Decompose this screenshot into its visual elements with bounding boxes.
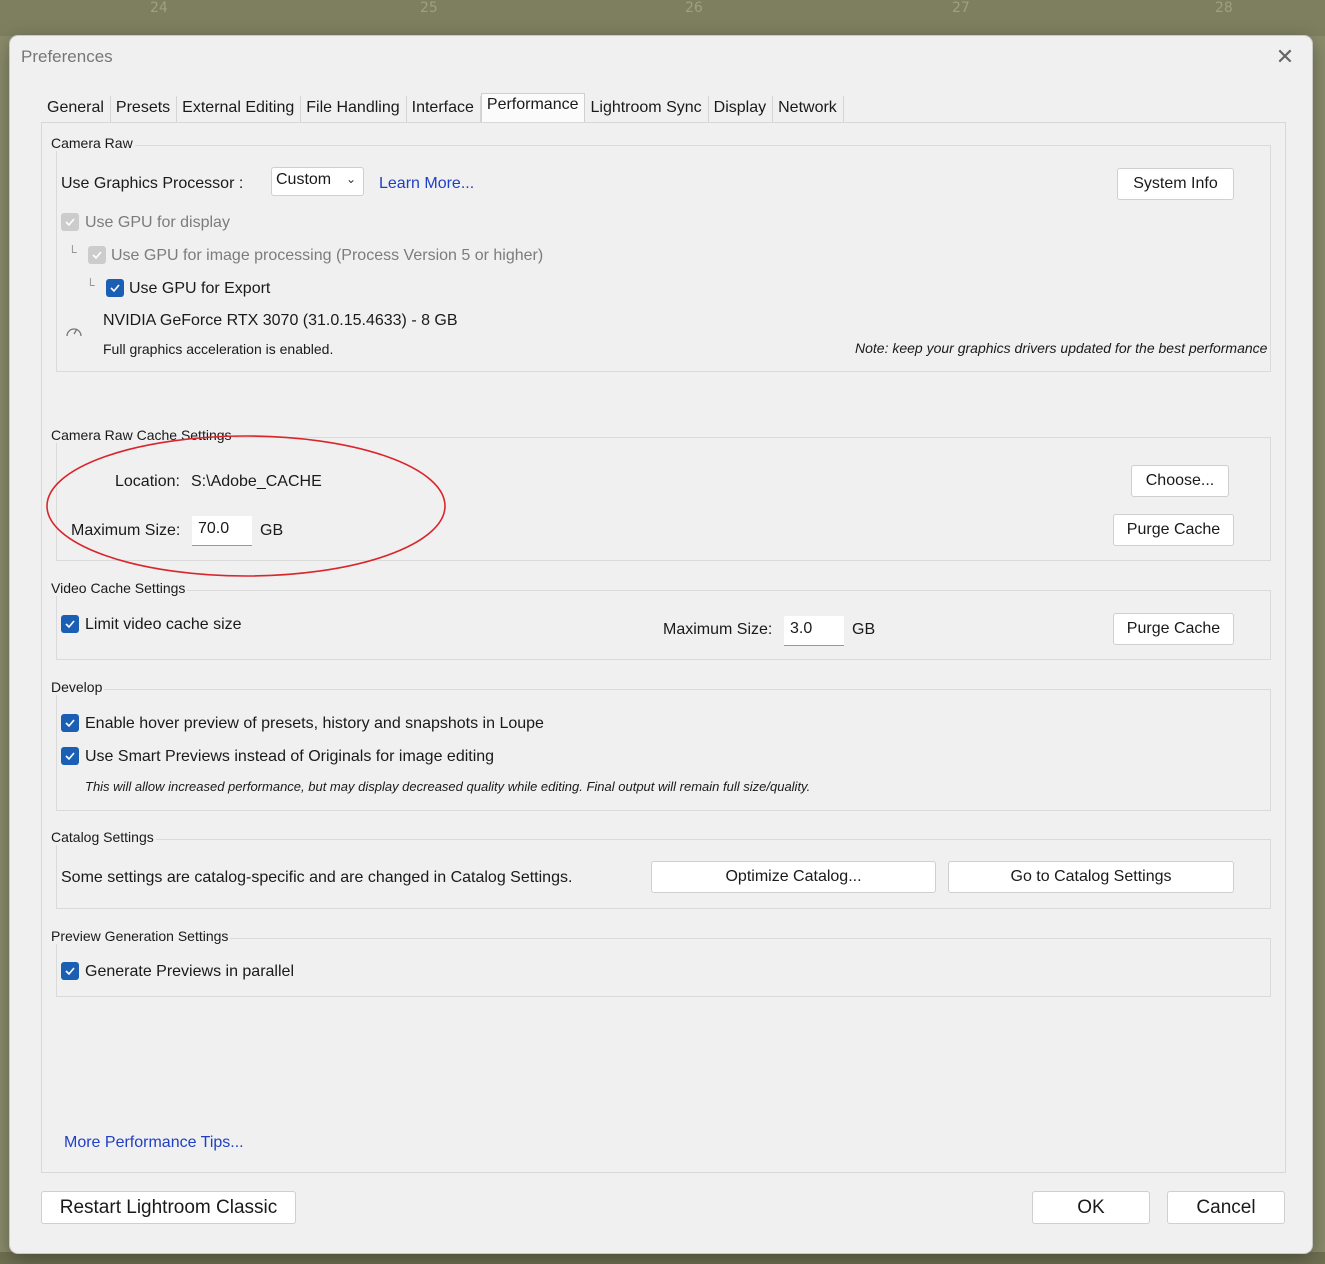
video-max-size-input[interactable]: 3.0 (784, 616, 844, 646)
gpu-name: NVIDIA GeForce RTX 3070 (31.0.15.4633) -… (103, 312, 458, 329)
smart-previews-checkbox[interactable] (61, 747, 79, 765)
driver-note: Note: keep your graphics drivers updated… (855, 340, 1268, 356)
chevron-down-icon: ⌄ (345, 172, 356, 186)
tab-general[interactable]: General (42, 96, 111, 122)
tab-network[interactable]: Network (773, 96, 844, 122)
limit-video-cache-label: Limit video cache size (85, 616, 242, 633)
tab-display[interactable]: Display (708, 96, 774, 122)
tree-branch-icon: └ (68, 245, 77, 259)
use-gpu-export-checkbox[interactable] (106, 279, 124, 297)
tab-lightroom-sync[interactable]: Lightroom Sync (585, 96, 709, 122)
optimize-catalog-button[interactable]: Optimize Catalog... (651, 861, 936, 893)
video-max-size-label: Maximum Size: (663, 621, 773, 638)
close-icon[interactable]: ✕ (1272, 44, 1298, 70)
preview-generation-group: Preview Generation Settings Generate Pre… (51, 928, 1271, 997)
smart-previews-label: Use Smart Previews instead of Originals … (85, 748, 495, 765)
tab-presets[interactable]: Presets (110, 96, 178, 122)
gpu-processor-label: Use Graphics Processor : (61, 175, 244, 192)
purge-cache-button[interactable]: Purge Cache (1113, 514, 1234, 546)
acceleration-status: Full graphics acceleration is enabled. (103, 341, 334, 357)
generate-parallel-label: Generate Previews in parallel (85, 963, 294, 980)
tab-bar: General Presets External Editing File Ha… (42, 93, 844, 124)
develop-group: Develop Enable hover preview of presets,… (51, 679, 1271, 811)
purge-video-cache-button[interactable]: Purge Cache (1113, 613, 1234, 645)
group-label: Catalog Settings (51, 829, 156, 845)
performance-panel: Camera Raw Use Graphics Processor : Cust… (41, 122, 1286, 1173)
frame-number: 26 (685, 0, 703, 16)
go-to-catalog-settings-button[interactable]: Go to Catalog Settings (948, 861, 1234, 893)
tree-branch-icon: └ (86, 278, 95, 292)
frame-number: 24 (150, 0, 168, 16)
background-top-strip (0, 0, 1325, 36)
speedometer-icon (65, 324, 83, 343)
video-cache-unit: GB (852, 621, 876, 638)
dialog-title: Preferences (21, 47, 113, 66)
hover-preview-label: Enable hover preview of presets, history… (85, 715, 544, 732)
background-bottom-strip (0, 1252, 1325, 1264)
tab-performance[interactable]: Performance (480, 93, 586, 124)
catalog-settings-text: Some settings are catalog-specific and a… (61, 869, 573, 886)
frame-number: 28 (1215, 0, 1233, 16)
limit-video-cache-checkbox[interactable] (61, 615, 79, 633)
group-label: Develop (51, 679, 105, 695)
tab-interface[interactable]: Interface (406, 96, 481, 122)
use-gpu-display-label: Use GPU for display (85, 214, 230, 231)
use-gpu-display-checkbox[interactable] (61, 213, 79, 231)
tab-external-editing[interactable]: External Editing (177, 96, 302, 122)
choose-location-button[interactable]: Choose... (1131, 465, 1229, 497)
hover-preview-checkbox[interactable] (61, 714, 79, 732)
use-gpu-processing-label: Use GPU for image processing (Process Ve… (111, 247, 544, 264)
more-performance-tips-link[interactable]: More Performance Tips... (64, 1134, 244, 1152)
use-gpu-export-label: Use GPU for Export (129, 280, 271, 297)
frame-number: 27 (952, 0, 970, 16)
video-cache-group: Video Cache Settings Limit video cache s… (51, 580, 1271, 660)
frame-number: 25 (420, 0, 438, 16)
camera-raw-group: Camera Raw Use Graphics Processor : Cust… (51, 135, 1271, 372)
title-bar: Preferences ✕ (10, 36, 1312, 78)
ok-button[interactable]: OK (1032, 1191, 1150, 1224)
gpu-processor-select[interactable]: Custom ⌄ (271, 167, 364, 196)
gpu-processor-value: Custom (276, 171, 332, 188)
catalog-settings-group: Catalog Settings Some settings are catal… (51, 829, 1271, 909)
smart-previews-note: This will allow increased performance, b… (85, 779, 811, 794)
learn-more-link[interactable]: Learn More... (379, 175, 474, 193)
group-label: Camera Raw (51, 135, 135, 151)
system-info-button[interactable]: System Info (1117, 168, 1234, 200)
generate-parallel-checkbox[interactable] (61, 962, 79, 980)
restart-lightroom-button[interactable]: Restart Lightroom Classic (41, 1191, 296, 1224)
tab-file-handling[interactable]: File Handling (301, 96, 407, 122)
cancel-button[interactable]: Cancel (1167, 1191, 1285, 1224)
group-label: Preview Generation Settings (51, 928, 231, 944)
use-gpu-processing-checkbox[interactable] (88, 246, 106, 264)
preferences-dialog: Preferences ✕ General Presets External E… (10, 36, 1312, 1253)
annotation-ellipse (46, 435, 446, 577)
